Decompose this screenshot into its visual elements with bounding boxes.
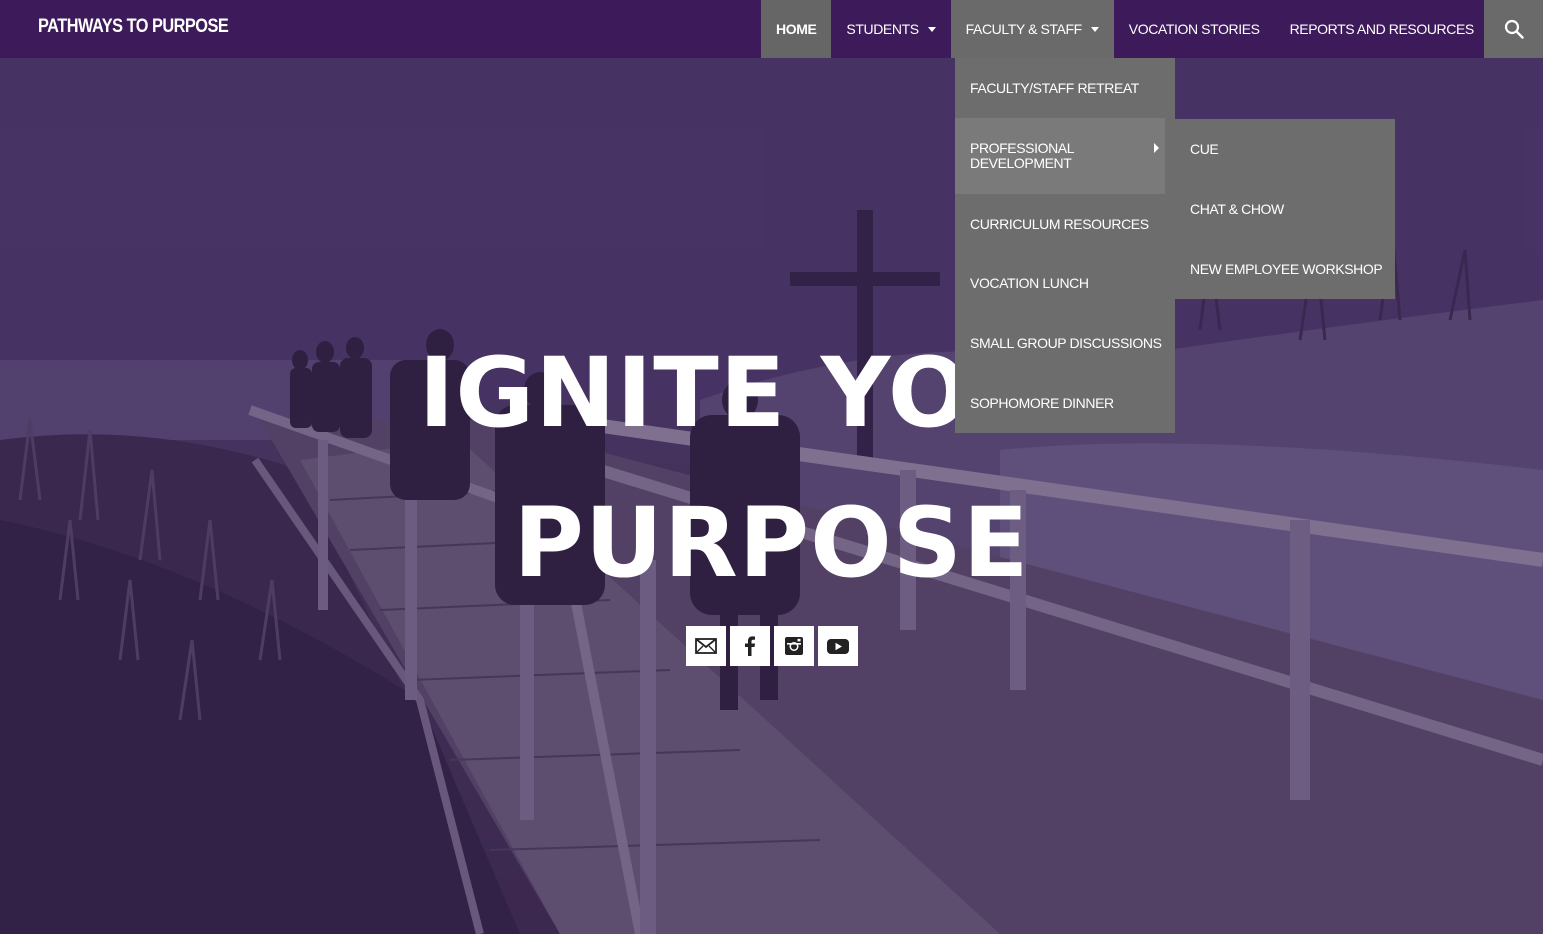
caret-down-icon	[927, 27, 936, 32]
nav-item-vocation-stories[interactable]: VOCATION STORIES	[1114, 0, 1275, 58]
dropdown-item-curriculum-resources[interactable]: CURRICULUM RESOURCES	[955, 194, 1175, 253]
nav-item-label: STUDENTS	[846, 21, 919, 37]
dropdown-item-label: FACULTY/STAFF RETREAT	[970, 80, 1139, 96]
submenu-item-label: CUE	[1190, 141, 1219, 157]
dropdown-item-faculty-staff-retreat[interactable]: FACULTY/STAFF RETREAT	[955, 58, 1175, 118]
top-navbar: PATHWAYS TO PURPOSE HOME STUDENTS FACULT…	[0, 0, 1543, 58]
nav-item-reports-resources[interactable]: REPORTS AND RESOURCES	[1275, 0, 1489, 58]
youtube-link[interactable]	[818, 626, 858, 666]
nav-item-label: VOCATION STORIES	[1128, 21, 1260, 37]
social-links	[686, 626, 858, 666]
dropdown-item-label: VOCATION LUNCH	[970, 275, 1089, 291]
envelope-icon	[695, 638, 717, 654]
nav-item-label: HOME	[776, 21, 817, 37]
submenu-item-chat-chow[interactable]: CHAT & CHOW	[1175, 179, 1395, 239]
hero-headline: IGNITE YOUR PURPOSE	[0, 318, 1543, 618]
instagram-icon	[785, 637, 803, 655]
dropdown-item-small-group-discussions[interactable]: SMALL GROUP DISCUSSIONS	[955, 313, 1175, 373]
nav-item-label: REPORTS AND RESOURCES	[1289, 21, 1475, 37]
nav-item-students[interactable]: STUDENTS	[831, 0, 950, 58]
submenu-item-label: NEW EMPLOYEE WORKSHOP	[1190, 261, 1383, 277]
facebook-link[interactable]	[730, 626, 770, 666]
professional-development-submenu: CUE CHAT & CHOW NEW EMPLOYEE WORKSHOP	[1175, 119, 1395, 299]
search-icon	[1504, 19, 1524, 39]
email-link[interactable]	[686, 626, 726, 666]
youtube-icon	[827, 639, 849, 654]
dropdown-item-label: PROFESSIONAL DEVELOPMENT	[970, 140, 1074, 171]
submenu-item-cue[interactable]: CUE	[1175, 119, 1395, 179]
search-button[interactable]	[1484, 0, 1543, 58]
headline-line-2: PURPOSE	[513, 487, 1030, 599]
dropdown-item-label: CURRICULUM RESOURCES	[970, 215, 1149, 232]
faculty-staff-dropdown: FACULTY/STAFF RETREAT PROFESSIONAL DEVEL…	[955, 58, 1175, 433]
submenu-item-new-employee-workshop[interactable]: NEW EMPLOYEE WORKSHOP	[1175, 239, 1395, 299]
submenu-item-label: CHAT & CHOW	[1190, 201, 1284, 217]
dropdown-item-vocation-lunch[interactable]: VOCATION LUNCH	[955, 253, 1175, 313]
headline-line-1: IGNITE YOUR	[418, 337, 1125, 449]
dropdown-item-sophomore-dinner[interactable]: SOPHOMORE DINNER	[955, 373, 1175, 433]
caret-down-icon	[1090, 27, 1099, 32]
dropdown-item-label: SMALL GROUP DISCUSSIONS	[970, 335, 1162, 351]
facebook-icon	[745, 636, 755, 656]
nav-item-label: FACULTY & STAFF	[965, 21, 1083, 37]
dropdown-item-professional-development[interactable]: PROFESSIONAL DEVELOPMENT	[955, 118, 1165, 194]
site-brand[interactable]: PATHWAYS TO PURPOSE	[38, 16, 229, 38]
instagram-link[interactable]	[774, 626, 814, 666]
nav-item-home[interactable]: HOME	[761, 0, 832, 58]
caret-right-icon	[1154, 143, 1159, 153]
main-nav: HOME STUDENTS FACULTY & STAFF VOCATION S…	[761, 0, 1489, 58]
dropdown-item-label: SOPHOMORE DINNER	[970, 395, 1114, 411]
nav-item-faculty-staff[interactable]: FACULTY & STAFF	[950, 0, 1114, 58]
